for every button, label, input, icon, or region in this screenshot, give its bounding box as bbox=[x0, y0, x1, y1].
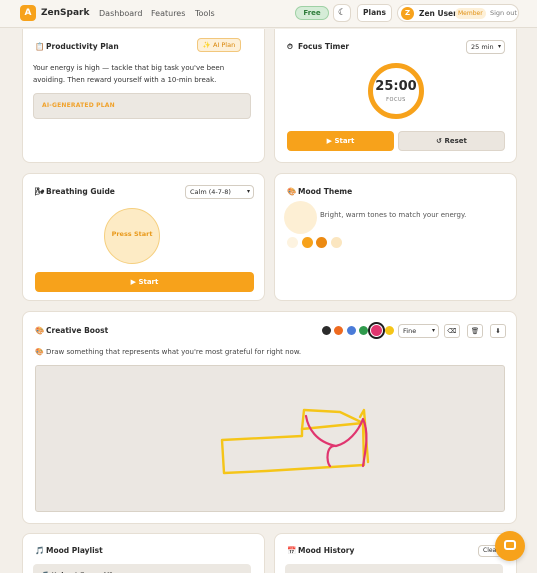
breathing-circle[interactable]: Press Start bbox=[104, 208, 160, 264]
color-pink[interactable] bbox=[368, 322, 385, 339]
drawing-canvas[interactable] bbox=[35, 365, 505, 512]
palette-icon: 🎨 bbox=[287, 187, 297, 196]
focus-timer-card: ⏱ Focus Timer 25 min ▾ 25:00 FOCUS ▶ Start… bbox=[274, 29, 517, 163]
mood-color-circle bbox=[284, 201, 317, 234]
user-menu[interactable]: Z Zen User Member Sign out bbox=[397, 4, 519, 22]
mood-description: Bright, warm tones to match your energy. bbox=[320, 211, 467, 219]
chat-button[interactable] bbox=[495, 531, 525, 561]
playlist-title: Mood Playlist bbox=[46, 546, 103, 555]
mood-swatch[interactable] bbox=[302, 237, 313, 248]
trash-icon: 🗑 bbox=[470, 327, 480, 335]
color-blue[interactable] bbox=[347, 326, 356, 335]
focus-title: Focus Timer bbox=[298, 42, 350, 51]
chat-icon bbox=[504, 540, 516, 550]
color-green[interactable] bbox=[359, 326, 368, 335]
moon-icon: ☾ bbox=[337, 8, 347, 18]
drawing-prompt: 🎨 Draw something that represents what yo… bbox=[35, 348, 302, 356]
user-name: Zen User bbox=[419, 9, 457, 18]
duration-select[interactable]: 25 min ▾ bbox=[466, 40, 505, 54]
mood-swatch[interactable] bbox=[287, 237, 298, 248]
chevron-down-icon: ▾ bbox=[246, 188, 250, 195]
avatar: Z bbox=[401, 7, 414, 20]
color-orange[interactable] bbox=[334, 326, 343, 335]
breathing-title: Breathing Guide bbox=[46, 187, 115, 196]
playlist-item[interactable]: 🎵 Upbeat Focus Mix bbox=[33, 564, 251, 573]
chevron-down-icon: ▾ bbox=[497, 43, 501, 50]
stopwatch-icon: ⏱ bbox=[287, 42, 293, 51]
breathing-pattern-select[interactable]: Calm (4-7-8) ▾ bbox=[185, 185, 254, 199]
timer-reset-button[interactable]: ↺ Reset bbox=[398, 131, 505, 151]
music-icon: 🎵 bbox=[35, 546, 45, 555]
nav-link-tools[interactable]: Tools bbox=[195, 9, 215, 18]
clipboard-icon: 📋 bbox=[35, 42, 45, 51]
theme-toggle-button[interactable]: ☾ bbox=[333, 4, 351, 22]
wind-icon: 🌬 bbox=[35, 187, 45, 196]
chevron-down-icon: ▾ bbox=[431, 327, 435, 334]
creative-title: Creative Boost bbox=[46, 326, 109, 335]
mood-history-card: 📅 Mood History Clear bbox=[274, 533, 517, 573]
brand-name[interactable]: ZenSpark bbox=[41, 8, 89, 18]
clear-canvas-button[interactable]: 🗑 bbox=[467, 324, 483, 338]
timer-label: FOCUS bbox=[386, 97, 406, 103]
generated-plan-label: AI-GENERATED PLAN bbox=[42, 102, 115, 109]
download-button[interactable]: ⬇ bbox=[490, 324, 506, 338]
productivity-title: Productivity Plan bbox=[46, 42, 119, 51]
logo-icon[interactable]: A bbox=[20, 5, 36, 21]
download-icon: ⬇ bbox=[495, 327, 501, 335]
nav-link-features[interactable]: Features bbox=[151, 9, 185, 18]
nav-link-dashboard[interactable]: Dashboard bbox=[99, 9, 142, 18]
history-item bbox=[285, 564, 503, 573]
calendar-icon: 📅 bbox=[287, 546, 297, 555]
color-black[interactable] bbox=[322, 326, 331, 335]
breathing-start-button[interactable]: ▶ Start bbox=[35, 272, 254, 292]
plans-button[interactable]: Plans bbox=[357, 4, 392, 22]
plan-text: Your energy is high — tackle that big ta… bbox=[33, 64, 225, 84]
eraser-button[interactable]: ⌫ bbox=[444, 324, 460, 338]
signout-link[interactable]: Sign out bbox=[490, 9, 517, 17]
generated-plan-box: AI-GENERATED PLAN bbox=[33, 93, 251, 119]
timer-start-button[interactable]: ▶ Start bbox=[287, 131, 394, 151]
mood-swatch[interactable] bbox=[316, 237, 327, 248]
mood-theme-card: 🎨 Mood Theme Bright, warm tones to match … bbox=[274, 173, 517, 301]
mood-theme-title: Mood Theme bbox=[298, 187, 353, 196]
productivity-card: 📋 Productivity Plan ✨ AI Plan Your energy… bbox=[22, 29, 265, 163]
ai-plan-button[interactable]: ✨ AI Plan bbox=[197, 38, 241, 52]
eraser-icon: ⌫ bbox=[447, 327, 457, 335]
breathing-card: 🌬Breathing Guide Calm (4-7-8) ▾ Press Sta… bbox=[22, 173, 265, 301]
timer-ring: 25:00 FOCUS bbox=[368, 63, 424, 119]
color-yellow[interactable] bbox=[385, 326, 394, 335]
drawing-strokes bbox=[220, 408, 370, 475]
brush-size-select[interactable]: Fine ▾ bbox=[398, 324, 439, 338]
breathing-circle-text: Press Start bbox=[111, 230, 153, 238]
history-title: Mood History bbox=[298, 546, 355, 555]
member-badge: Member bbox=[455, 8, 486, 19]
top-nav: A ZenSpark Dashboard Features Tools Free… bbox=[0, 0, 537, 28]
mood-swatch[interactable] bbox=[331, 237, 342, 248]
playlist-card: 🎵Mood Playlist 🎵 Upbeat Focus Mix bbox=[22, 533, 265, 573]
plan-badge: Free bbox=[295, 6, 329, 20]
palette-icon: 🎨 bbox=[35, 326, 45, 335]
timer-time: 25:00 bbox=[375, 79, 417, 94]
